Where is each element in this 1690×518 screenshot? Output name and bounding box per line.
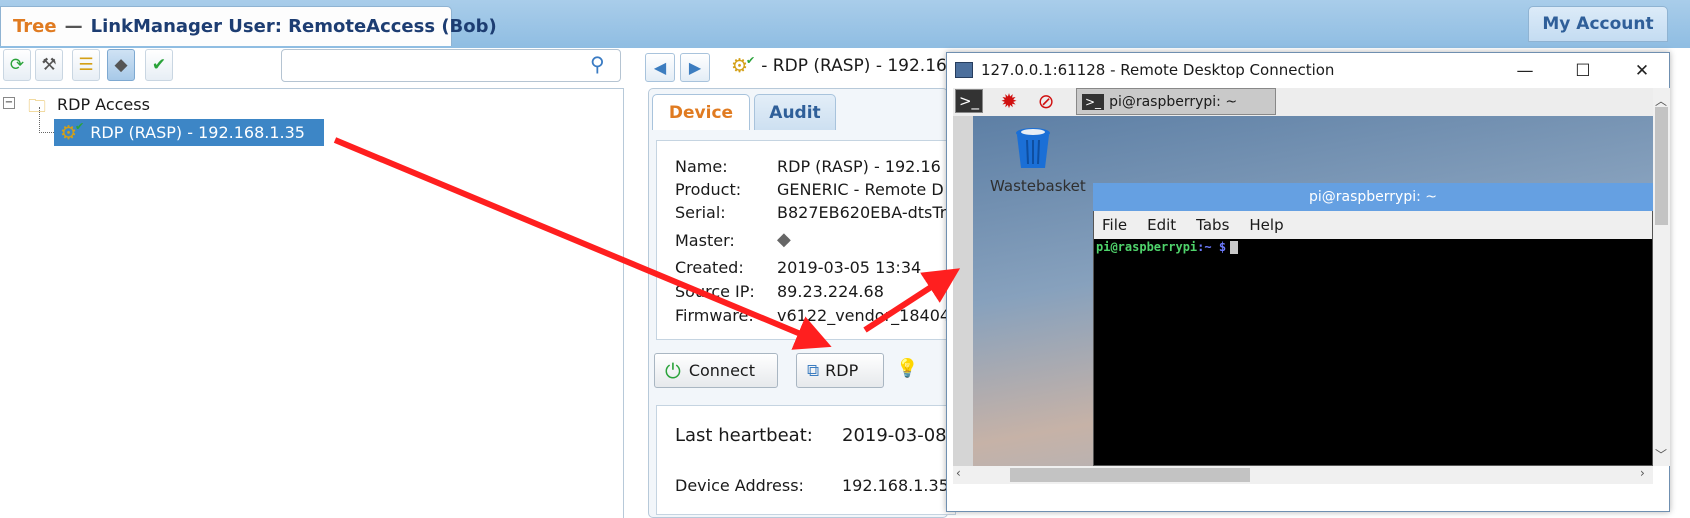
device-address-label: Device Address: [675,476,804,495]
maximize-button[interactable]: ☐ [1563,56,1603,86]
wastebasket-icon[interactable] [1013,126,1053,170]
forward-button[interactable]: ▶ [680,53,710,82]
field-value: v6122_vendor_18404 [777,306,951,325]
desktop-edge [953,116,973,466]
connect-label: Connect [688,361,755,380]
terminal-title-bar[interactable]: pi@raspberrypi: ~ [1093,183,1653,211]
wastebasket-label: Wastebasket [990,177,1086,195]
scroll-down-icon[interactable]: ﹀ [1655,446,1667,463]
menu-edit[interactable]: Edit [1147,216,1176,234]
checkmark-icon: ✔ [75,120,85,133]
search-icon[interactable]: ⚲ [590,52,605,76]
field-value: 2019-03-05 13:34 [777,258,922,277]
device-button[interactable]: ◆ [107,49,135,81]
field-value: 89.23.224.68 [777,282,884,301]
search-input[interactable] [281,49,621,82]
tree-root-label[interactable]: RDP Access [57,95,150,114]
raspberry-menu-icon[interactable]: ✹ [995,89,1023,113]
minimize-button[interactable]: — [1505,56,1545,86]
back-button[interactable]: ◀ [645,53,675,82]
tree-connector [39,107,54,133]
prompt-user: pi@raspberrypi [1096,240,1198,254]
menu-file[interactable]: File [1102,216,1127,234]
lightbulb-icon[interactable]: 💡 [896,358,918,379]
taskbar-terminal-tab[interactable]: >_ pi@raspberrypi: ~ [1076,88,1276,115]
tree-view-button[interactable]: ☰ [72,49,100,81]
tree-item-rdp-rasp[interactable]: ⚙ ✔ RDP (RASP) - 192.168.1.35 [54,119,324,146]
device-check-button[interactable]: ✔ [145,49,173,81]
device-icon: ◆ [114,55,128,75]
terminal-icon: >_ [1082,93,1105,110]
field-value: GENERIC - Remote D [777,180,944,199]
device-check-icon: ✔ [151,55,167,75]
connect-button[interactable]: ⏻ Connect [654,353,778,388]
heartbeat-value: 2019-03-08 [842,425,947,446]
arrow-left-icon: ◀ [653,58,667,77]
menu-help[interactable]: Help [1249,216,1283,234]
title-separator: — [64,16,83,37]
terminal-menu-bar: File Edit Tabs Help [1094,211,1652,239]
arrow-right-icon: ▶ [688,58,702,77]
power-icon: ⏻ [665,358,681,383]
tree-label: Tree [13,16,57,37]
field-label: Product: [675,180,742,199]
tools-button[interactable]: ⚒ [35,49,63,81]
scroll-left-icon[interactable]: ‹ [956,466,961,480]
tree-panel [0,88,624,518]
remote-desktop-icon: ⧉ [807,360,820,381]
tree-tab-header[interactable]: Tree — LinkManager User: RemoteAccess (B… [0,6,497,46]
rdp-label: RDP [825,361,859,380]
heartbeat-box [656,405,956,515]
prompt-path: :~ [1197,240,1212,254]
my-account-button[interactable]: My Account [1528,6,1668,42]
refresh-icon: ⟳ [9,55,25,75]
field-label: Master: [675,231,735,250]
tab-device[interactable]: Device [652,94,750,130]
rdp-button[interactable]: ⧉ RDP [796,353,884,388]
device-header-title: - RDP (RASP) - 192.16 [761,56,947,76]
checkmark-icon: ✔ [746,53,756,67]
close-button[interactable]: ✕ [1622,56,1662,86]
field-label: Name: [675,157,728,176]
device-address-value: 192.168.1.35 [842,476,949,495]
field-value: RDP (RASP) - 192.16 [777,157,941,176]
terminal-launcher-icon[interactable]: >_ [955,89,983,113]
tab-audit[interactable]: Audit [754,94,836,130]
rdp-window-title-text: 127.0.0.1:61128 - Remote Desktop Connect… [981,61,1335,79]
menu-tabs[interactable]: Tabs [1196,216,1229,234]
heartbeat-label: Last heartbeat: [675,425,813,446]
vertical-scroll-thumb[interactable] [1655,107,1668,225]
device-header: ⚙ ✔ - RDP (RASP) - 192.16 [731,53,947,78]
scroll-right-icon[interactable]: › [1640,466,1645,480]
field-label: Serial: [675,203,726,222]
prompt-symbol: $ [1218,240,1227,254]
tree-expander[interactable]: − [3,97,15,109]
field-value: B827EB620EBA-dtsTr [777,203,947,222]
mathematica-icon[interactable]: ⊘ [1032,89,1060,113]
horizontal-scroll-thumb[interactable] [1010,468,1250,482]
terminal-cursor [1230,241,1239,254]
master-device-icon: ◆ [777,229,791,250]
terminal-prompt[interactable]: pi@raspberrypi:~ $ [1096,240,1239,254]
rdp-window-title: 127.0.0.1:61128 - Remote Desktop Connect… [955,61,1334,79]
field-label: Source IP: [675,282,755,301]
tree-item-label: RDP (RASP) - 192.168.1.35 [90,123,305,142]
tree-structure-icon: ☰ [78,55,94,75]
field-label: Created: [675,258,744,277]
hammer-icon: ⚒ [41,55,57,75]
field-label: Firmware: [675,306,754,325]
taskbar-tab-label: pi@raspberrypi: ~ [1109,93,1238,110]
page-title: LinkManager User: RemoteAccess (Bob) [90,16,497,37]
refresh-button[interactable]: ⟳ [3,49,31,81]
remote-desktop-app-icon [955,62,973,78]
